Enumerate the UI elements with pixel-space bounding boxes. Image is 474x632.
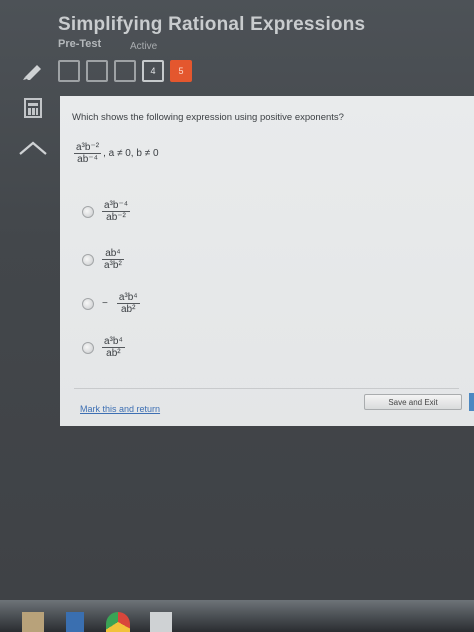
option-1-numerator: a³b⁻⁴ bbox=[102, 200, 131, 212]
calculator-icon[interactable] bbox=[24, 98, 42, 118]
option-1-fraction: a³b⁻⁴ ab⁻² bbox=[102, 200, 131, 223]
option-1-radio[interactable] bbox=[82, 205, 94, 218]
given-condition: , a ≠ 0, b ≠ 0 bbox=[103, 148, 159, 159]
question-prompt: Which shows the following expression usi… bbox=[72, 112, 344, 123]
answer-option-1[interactable]: a³b⁻⁴ ab⁻² bbox=[82, 200, 131, 223]
option-3-sign: − bbox=[102, 298, 108, 309]
option-4-denominator: ab² bbox=[106, 348, 121, 359]
option-3-fraction: a³b⁴ ab² bbox=[116, 292, 140, 315]
question-2-button[interactable] bbox=[86, 60, 108, 82]
footer-divider bbox=[74, 388, 459, 389]
answer-option-4[interactable]: a³b⁴ ab² bbox=[82, 336, 125, 359]
test-type-label: Pre-Test bbox=[58, 38, 102, 50]
given-numerator: a³b⁻² bbox=[74, 142, 102, 154]
given-fraction: a³b⁻² ab⁻⁴ bbox=[74, 142, 102, 165]
taskbar-folder-icon[interactable] bbox=[22, 612, 44, 632]
question-4-button[interactable]: 4 bbox=[142, 60, 164, 82]
option-4-radio[interactable] bbox=[82, 341, 94, 354]
question-navigator: 4 5 bbox=[58, 60, 192, 82]
option-2-radio[interactable] bbox=[82, 253, 94, 266]
save-and-exit-button[interactable]: Save and Exit bbox=[364, 394, 462, 410]
collapse-arrow-icon[interactable] bbox=[18, 140, 48, 156]
status-label: Active bbox=[130, 41, 158, 52]
given-denominator: ab⁻⁴ bbox=[77, 154, 98, 165]
option-4-fraction: a³b⁴ ab² bbox=[102, 336, 125, 359]
question-panel: Which shows the following expression usi… bbox=[60, 96, 474, 426]
option-3-numerator: a³b⁴ bbox=[116, 292, 140, 304]
mark-and-return-link[interactable]: Mark this and return bbox=[80, 404, 160, 414]
given-expression: a³b⁻² ab⁻⁴ , a ≠ 0, b ≠ 0 bbox=[74, 142, 159, 165]
option-2-numerator: ab⁴ bbox=[102, 248, 124, 260]
option-2-denominator: a³b² bbox=[104, 260, 122, 271]
answer-option-2[interactable]: ab⁴ a³b² bbox=[82, 248, 124, 271]
taskbar-browser-icon[interactable] bbox=[106, 612, 130, 632]
option-3-radio[interactable] bbox=[82, 297, 94, 310]
taskbar-app-icon[interactable] bbox=[66, 612, 84, 632]
page-title: Simplifying Rational Expressions bbox=[58, 14, 366, 35]
taskbar bbox=[0, 600, 474, 632]
option-2-fraction: ab⁴ a³b² bbox=[102, 248, 124, 271]
answer-option-3[interactable]: − a³b⁴ ab² bbox=[82, 292, 140, 315]
taskbar-tool-icon[interactable] bbox=[150, 612, 172, 632]
pencil-icon[interactable] bbox=[22, 62, 46, 80]
app-window: Simplifying Rational Expressions Pre-Tes… bbox=[0, 0, 474, 600]
next-button-edge[interactable] bbox=[469, 393, 474, 411]
question-1-button[interactable] bbox=[58, 60, 80, 82]
question-5-button[interactable]: 5 bbox=[170, 60, 192, 82]
option-3-denominator: ab² bbox=[120, 304, 136, 315]
question-3-button[interactable] bbox=[114, 60, 136, 82]
option-1-denominator: ab⁻² bbox=[106, 212, 126, 223]
option-4-numerator: a³b⁴ bbox=[102, 336, 125, 348]
